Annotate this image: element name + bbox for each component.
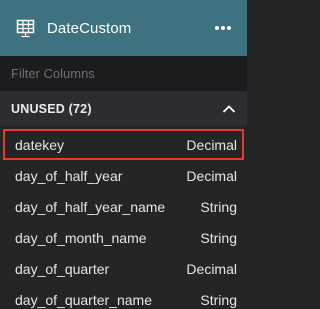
column-row[interactable]: day_of_quarter_name String <box>0 284 247 309</box>
column-type: Decimal <box>186 167 237 184</box>
column-name: day_of_month_name <box>15 229 147 246</box>
filter-bar <box>0 56 247 91</box>
column-row[interactable]: datekey Decimal <box>3 129 244 160</box>
column-type: Decimal <box>186 260 237 277</box>
more-horizontal-icon[interactable] <box>213 20 233 36</box>
column-type: Decimal <box>186 136 237 153</box>
column-name: day_of_quarter <box>15 260 110 277</box>
column-name: datekey <box>15 136 65 153</box>
table-icon <box>15 17 37 39</box>
column-row[interactable]: day_of_month_name String <box>0 222 247 253</box>
columns-panel: DateCustom UNUSED (72) datekey Decimal d… <box>0 0 247 309</box>
column-name: day_of_half_year_name <box>15 198 166 215</box>
column-row[interactable]: day_of_quarter Decimal <box>0 253 247 284</box>
table-header: DateCustom <box>0 0 247 56</box>
column-row[interactable]: day_of_half_year_name String <box>0 191 247 222</box>
column-name: day_of_quarter_name <box>15 291 152 308</box>
unused-section-header[interactable]: UNUSED (72) <box>0 91 247 126</box>
section-label: UNUSED (72) <box>11 101 92 116</box>
column-type: String <box>200 229 237 246</box>
column-type: String <box>200 198 237 215</box>
filter-columns-input[interactable] <box>11 66 231 81</box>
table-title: DateCustom <box>47 19 132 37</box>
column-list: datekey Decimal day_of_half_year Decimal… <box>0 126 247 309</box>
column-name: day_of_half_year <box>15 167 123 184</box>
column-row[interactable]: day_of_half_year Decimal <box>0 160 247 191</box>
column-type: String <box>200 291 237 308</box>
chevron-up-icon[interactable] <box>222 102 236 114</box>
